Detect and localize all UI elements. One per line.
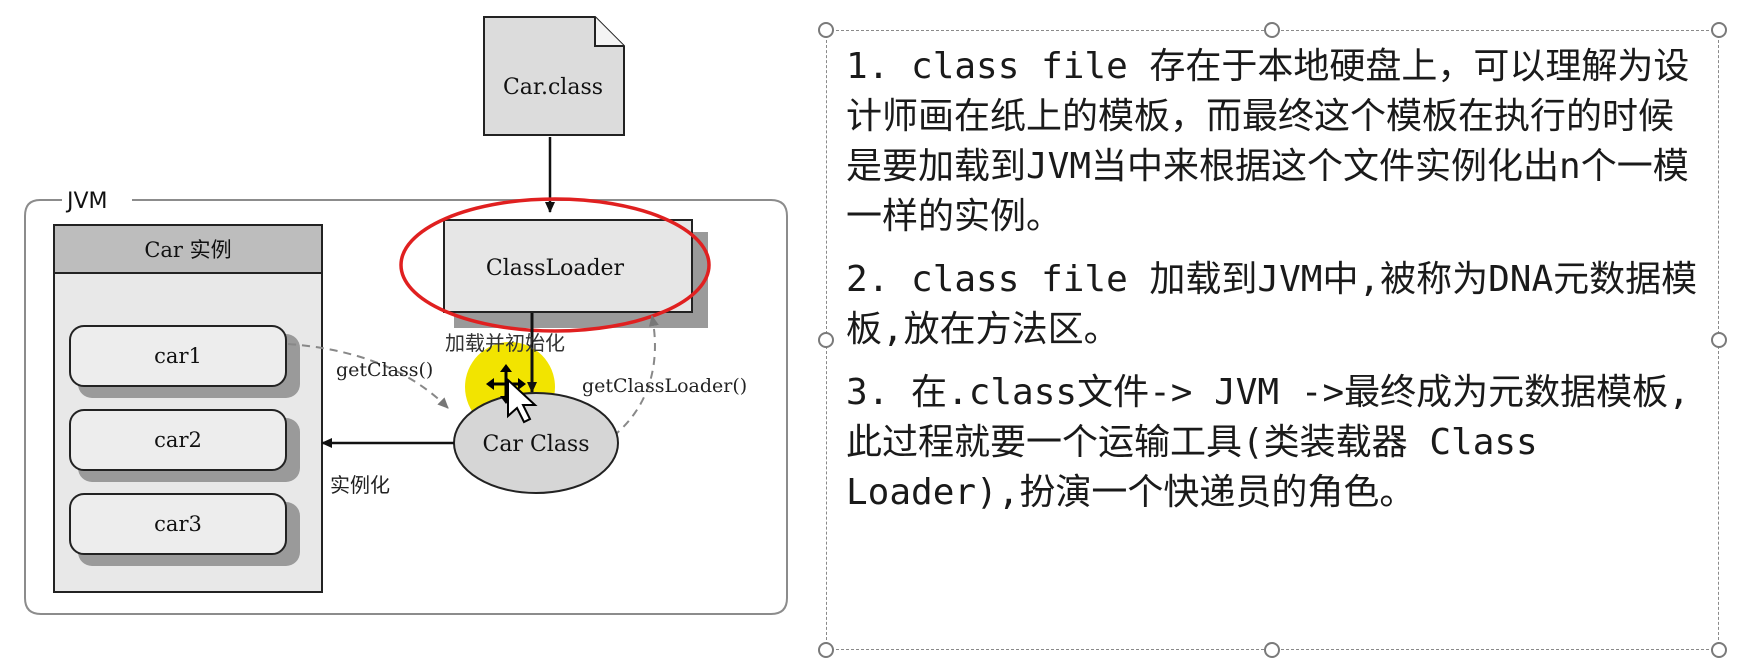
resize-handle-top-middle[interactable]	[1264, 22, 1280, 38]
jvm-label: JVM	[65, 189, 108, 214]
resize-handle-top-left[interactable]	[818, 22, 834, 38]
resize-handle-bottom-right[interactable]	[1711, 642, 1727, 658]
note-item: 1. class file 存在于本地硬盘上，可以理解为设计师画在纸上的模板，而…	[846, 46, 1690, 237]
getclassloader-label: getClassLoader()	[582, 375, 747, 397]
instance-panel-title: Car 实例	[144, 238, 231, 262]
resize-handle-bottom-left[interactable]	[818, 642, 834, 658]
load-init-label: 加载并初始化	[445, 331, 565, 355]
resize-handle-middle-right[interactable]	[1711, 332, 1727, 348]
note-item: 3. 在.class文件-> JVM ->最终成为元数据模板,此过程就要一个运输…	[846, 372, 1690, 513]
getclass-label: getClass()	[336, 359, 433, 381]
instance-label-car2: car2	[154, 428, 202, 452]
resize-handle-bottom-middle[interactable]	[1264, 642, 1280, 658]
note-item: 2. class file 加载到JVM中,被称为DNA元数据模板,放在方法区。	[846, 259, 1698, 350]
file-label: Car.class	[503, 75, 603, 100]
resize-handle-top-right[interactable]	[1711, 22, 1727, 38]
instantiate-label: 实例化	[330, 473, 390, 497]
notes-content: 1. class file 存在于本地硬盘上，可以理解为设计师画在纸上的模板，而…	[846, 42, 1708, 531]
instance-label-car3: car3	[154, 512, 202, 536]
instance-label-car1: car1	[154, 344, 202, 368]
class-loader-diagram: Car.class JVM Car 实例 car1 car2 car3 Clas…	[24, 16, 788, 615]
resize-handle-middle-left[interactable]	[818, 332, 834, 348]
car-class-label: Car Class	[482, 432, 589, 457]
classloader-label: ClassLoader	[486, 256, 625, 281]
